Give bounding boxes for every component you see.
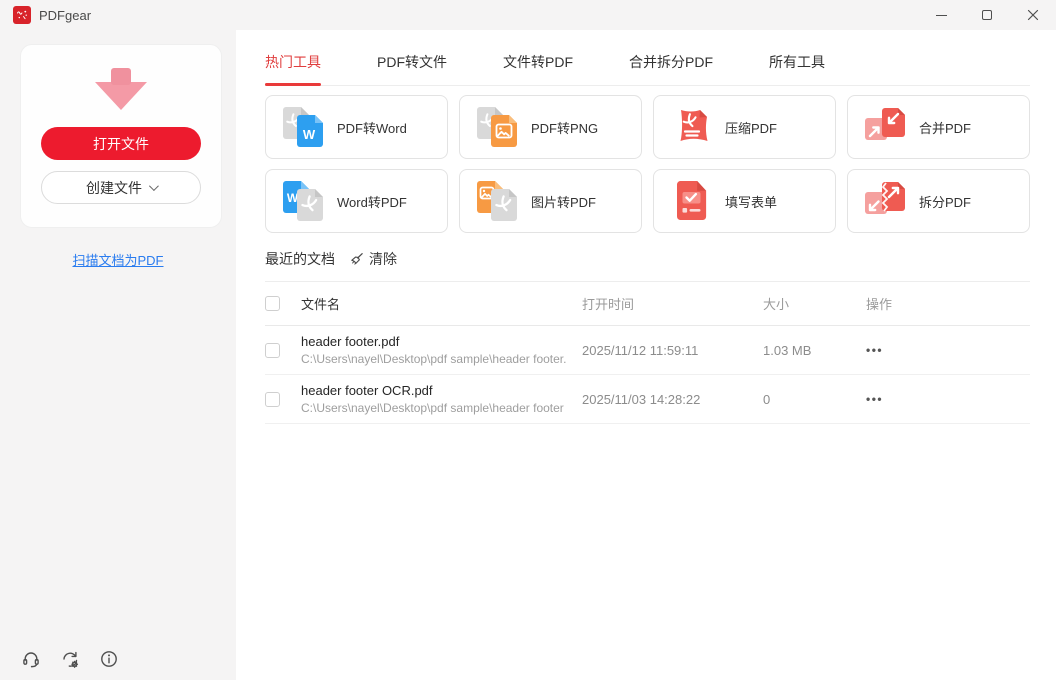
svg-text:W: W <box>303 127 316 142</box>
pdf-to-png-icon <box>477 107 517 147</box>
column-size: 大小 <box>763 297 790 312</box>
close-icon <box>1027 9 1039 21</box>
sidebar-footer <box>20 648 120 670</box>
tool-label: Word转PDF <box>337 194 407 210</box>
download-arrow-icon <box>88 63 154 115</box>
recent-table-header: 文件名 打开时间 大小 操作 <box>265 282 1030 326</box>
minimize-icon <box>935 14 947 16</box>
more-actions-button[interactable]: ••• <box>866 392 896 406</box>
tool-pdf-to-png[interactable]: PDF转PNG <box>459 95 642 159</box>
main-panel: 热门工具 PDF转文件 文件转PDF 合并拆分PDF 所有工具 W PDF转Wo… <box>236 30 1056 680</box>
tab-pdf-to-file[interactable]: PDF转文件 <box>377 52 447 85</box>
tool-image-to-pdf[interactable]: 图片转PDF <box>459 169 642 233</box>
open-file-button[interactable]: 打开文件 <box>41 127 201 160</box>
app-logo-icon <box>13 6 31 24</box>
close-button[interactable] <box>1010 0 1056 30</box>
file-size: 0 <box>763 391 771 407</box>
maximize-icon <box>982 10 992 20</box>
tool-label: 填写表单 <box>725 194 778 210</box>
create-file-button[interactable]: 创建文件 <box>41 171 201 204</box>
split-pdf-icon <box>865 182 905 214</box>
window-title: PDFgear <box>39 7 92 23</box>
open-time: 2025/11/12 11:59:11 <box>582 342 699 358</box>
sidebar: 打开文件 创建文件 扫描文档为PDF <box>0 30 236 680</box>
file-cell: header footer OCR.pdf C:\Users\nayel\Des… <box>301 383 582 415</box>
tool-label: 压缩PDF <box>725 120 778 136</box>
file-cell: header footer.pdf C:\Users\nayel\Desktop… <box>301 334 582 366</box>
sync-gear-icon <box>62 651 78 668</box>
tab-hot-tools[interactable]: 热门工具 <box>265 52 321 86</box>
image-to-pdf-icon <box>477 181 517 221</box>
support-button[interactable] <box>20 648 42 670</box>
select-all-checkbox[interactable] <box>265 296 280 311</box>
chevron-down-icon <box>148 181 159 192</box>
file-name: header footer.pdf <box>301 334 400 349</box>
file-path: C:\Users\nayel\Desktop\pdf sample\header… <box>301 352 567 366</box>
table-row[interactable]: header footer OCR.pdf C:\Users\nayel\Des… <box>265 375 1030 424</box>
clear-recent-button[interactable]: 清除 <box>349 249 397 269</box>
tool-pdf-to-word[interactable]: W PDF转Word <box>265 95 448 159</box>
merge-pdf-icon <box>865 108 905 140</box>
file-name: header footer OCR.pdf <box>301 383 433 398</box>
tool-label: PDF转PNG <box>531 120 599 136</box>
tab-all-tools[interactable]: 所有工具 <box>769 52 825 85</box>
fill-form-icon <box>677 181 707 221</box>
maximize-button[interactable] <box>964 0 1010 30</box>
tool-word-to-pdf[interactable]: W Word转PDF <box>265 169 448 233</box>
tab-file-to-pdf[interactable]: 文件转PDF <box>503 52 573 85</box>
tool-label: 拆分PDF <box>919 194 972 210</box>
titlebar: PDFgear <box>0 0 1056 30</box>
broom-icon <box>351 252 363 265</box>
column-open-time: 打开时间 <box>582 297 635 312</box>
info-icon <box>101 651 117 667</box>
tool-label: 合并PDF <box>919 120 972 136</box>
tool-split-pdf[interactable]: 拆分PDF <box>847 169 1030 233</box>
column-action: 操作 <box>866 297 893 312</box>
pdf-to-word-icon: W <box>283 107 323 147</box>
file-path: C:\Users\nayel\Desktop\pdf sample\header… <box>301 401 564 415</box>
tab-merge-split[interactable]: 合并拆分PDF <box>629 52 713 85</box>
check-update-button[interactable] <box>59 648 81 670</box>
tool-compress-pdf[interactable]: 压缩PDF <box>653 95 836 159</box>
open-file-card: 打开文件 创建文件 <box>20 44 222 228</box>
recent-documents-title: 最近的文档 <box>265 251 335 267</box>
pdfgear-window: PDFgear 打开文件 创建文件 扫描文档为PDF 热门工具 PDF转文件 文… <box>0 0 1056 680</box>
row-checkbox[interactable] <box>265 391 280 407</box>
headset-icon <box>23 652 39 668</box>
tool-fill-form[interactable]: 填写表单 <box>653 169 836 233</box>
tool-tabs: 热门工具 PDF转文件 文件转PDF 合并拆分PDF 所有工具 <box>265 52 1030 86</box>
scan-to-pdf-link[interactable]: 扫描文档为PDF <box>0 250 236 269</box>
column-file-name: 文件名 <box>301 297 341 312</box>
tool-merge-pdf[interactable]: 合并PDF <box>847 95 1030 159</box>
more-actions-button[interactable]: ••• <box>866 343 896 357</box>
tool-grid: W PDF转Word PDF转PNG 压缩PDF 合并PDF W Word转PD… <box>265 95 1030 233</box>
create-file-label: 创建文件 <box>86 179 142 196</box>
minimize-button[interactable] <box>918 0 964 30</box>
clear-recent-label: 清除 <box>369 251 397 267</box>
window-controls <box>918 0 1056 30</box>
recent-documents-header: 最近的文档 清除 <box>265 249 1030 269</box>
open-time: 2025/11/03 14:28:22 <box>582 391 701 407</box>
file-size: 1.03 MB <box>763 342 812 358</box>
compress-pdf-icon <box>680 110 708 141</box>
row-checkbox[interactable] <box>265 342 280 358</box>
table-row[interactable]: header footer.pdf C:\Users\nayel\Desktop… <box>265 326 1030 375</box>
tool-label: PDF转Word <box>337 120 407 136</box>
tool-label: 图片转PDF <box>531 194 597 210</box>
about-button[interactable] <box>98 648 120 670</box>
word-to-pdf-icon: W <box>283 181 323 221</box>
